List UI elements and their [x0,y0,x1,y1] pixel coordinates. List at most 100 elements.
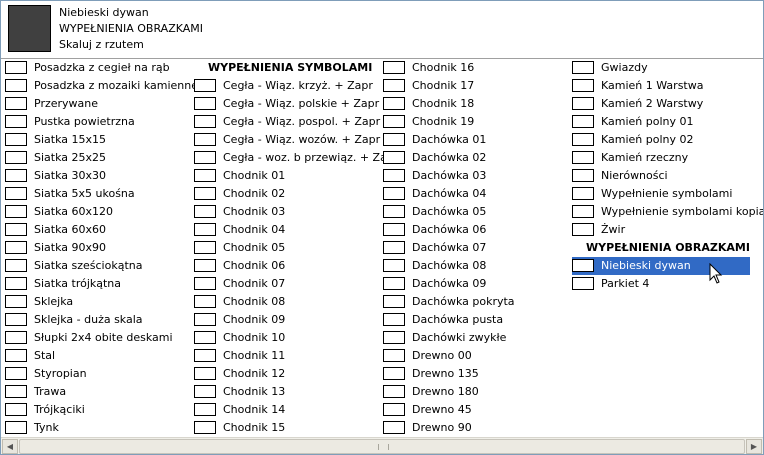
fill-swatch-icon [5,223,27,236]
fill-item[interactable]: Chodnik 07 [194,275,380,293]
fill-item[interactable]: Dachówka 07 [383,239,569,257]
fill-swatch-icon [383,313,405,326]
fill-item[interactable]: Chodnik 06 [194,257,380,275]
fill-label: Chodnik 03 [223,205,286,218]
fill-item[interactable]: Wypełnienie symbolami [572,185,750,203]
fill-label: Chodnik 14 [223,403,286,416]
fill-item[interactable]: Wypełnienie symbolami kopia [572,203,763,221]
fill-item[interactable]: Posadzka z mozaiki kamiennej [5,77,201,95]
fill-item[interactable]: Słupki 2x4 obite deskami [5,329,191,347]
fill-item[interactable]: Kamień 1 Warstwa [572,77,750,95]
fill-item[interactable]: Chodnik 03 [194,203,380,221]
fill-item[interactable]: Styropian [5,365,191,383]
fill-item[interactable]: Trójkąciki [5,401,191,419]
fill-item[interactable]: Drewno 135 [383,365,569,383]
fill-item[interactable]: Kamień polny 02 [572,131,750,149]
fill-item[interactable]: Dachówka 01 [383,131,569,149]
fill-item[interactable]: Siatka sześciokątna [5,257,191,275]
fill-item[interactable]: Kamień rzeczny [572,149,750,167]
fill-swatch-icon [383,169,405,182]
fill-item[interactable]: Cegła - Wiąz. wozów. + Zapr [194,131,380,149]
fill-item[interactable]: Dachówka pusta [383,311,569,329]
fill-swatch-icon [194,223,216,236]
fill-item[interactable]: Drewno 45 [383,401,569,419]
fill-item[interactable]: Chodnik 13 [194,383,380,401]
fill-item[interactable]: Chodnik 02 [194,185,380,203]
fill-item[interactable]: Chodnik 11 [194,347,380,365]
fill-item[interactable]: Chodnik 17 [383,77,569,95]
fill-item[interactable]: Dachówka 03 [383,167,569,185]
fill-item[interactable]: Parkiet 4 [572,275,750,293]
fill-label: Siatka 25x25 [34,151,107,164]
fill-item[interactable]: Nierówności [572,167,750,185]
fill-label: Chodnik 18 [412,97,475,110]
fill-item[interactable]: Dachówka 08 [383,257,569,275]
fill-item[interactable]: Cegła - Wiąz. krzyż. + Zapr [194,77,380,95]
fill-item[interactable]: Chodnik 14 [194,401,380,419]
fill-item[interactable]: Stal [5,347,191,365]
fill-item[interactable]: Drewno 180 [383,383,569,401]
fill-item[interactable]: Przerywane [5,95,191,113]
fill-swatch-icon [194,367,216,380]
fill-item[interactable]: Chodnik 05 [194,239,380,257]
fill-item[interactable]: Chodnik 18 [383,95,569,113]
fill-item[interactable]: Dachówka 04 [383,185,569,203]
fill-item[interactable]: Niebieski dywan [572,257,750,275]
scroll-left-icon[interactable]: ◀ [2,439,18,454]
fill-column-4: Gwiazdy Kamień 1 Warstwa Kamień 2 Warstwy K… [572,59,763,293]
fill-item[interactable]: Chodnik 09 [194,311,380,329]
fill-item[interactable]: Dachówka 05 [383,203,569,221]
fill-item[interactable]: Dachówki zwykłe [383,329,569,347]
fill-item[interactable]: Cegła - Wiąz. pospol. + Zapr [194,113,380,131]
fill-item[interactable]: Siatka 5x5 ukośna [5,185,191,203]
fill-item[interactable]: Pustka powietrzna [5,113,191,131]
horizontal-scrollbar[interactable]: ◀ ▶ [1,437,763,454]
fill-item[interactable]: Siatka 60x120 [5,203,191,221]
fill-item[interactable]: Sklejka [5,293,191,311]
fill-item[interactable]: Chodnik 16 [383,59,569,77]
fill-item[interactable]: Chodnik 19 [383,113,569,131]
fill-item[interactable]: Siatka 25x25 [5,149,191,167]
fill-swatch-icon [5,205,27,218]
fill-item[interactable]: Drewno 00 [383,347,569,365]
fill-item[interactable]: Posadzka z cegieł na rąb [5,59,191,77]
fill-item[interactable]: Chodnik 12 [194,365,380,383]
scroll-right-icon[interactable]: ▶ [746,439,762,454]
fill-item[interactable]: Gwiazdy [572,59,750,77]
fill-swatch-icon [572,79,594,92]
fill-item[interactable]: Dachówka pokryta [383,293,569,311]
fill-item[interactable]: Cegła - Wiąz. polskie + Zapr [194,95,380,113]
fill-item[interactable]: Żwir [572,221,750,239]
fill-item[interactable]: Chodnik 08 [194,293,380,311]
fill-item[interactable]: Chodnik 10 [194,329,380,347]
scrollbar-thumb[interactable] [19,439,745,454]
fill-item[interactable]: Cegła - woz. b przewiąz. + Zapr [194,149,398,167]
fill-swatch-icon [194,241,216,254]
fill-item[interactable]: Siatka 15x15 [5,131,191,149]
fill-item[interactable]: Chodnik 15 [194,419,380,437]
fill-item[interactable]: Dachówka 06 [383,221,569,239]
fill-swatch-icon [383,295,405,308]
fill-column-2: WYPEŁNIENIA SYMBOLAMI Cegła - Wiąz. krzyż… [194,59,398,437]
fill-item[interactable]: Tynk [5,419,191,437]
fill-label: Cegła - Wiąz. pospol. + Zapr [223,115,381,128]
fill-item[interactable]: Drewno 90 [383,419,569,437]
fill-swatch-icon [572,133,594,146]
fill-item[interactable]: Kamień polny 01 [572,113,750,131]
fill-swatch-icon [5,331,27,344]
fill-item[interactable]: Trawa [5,383,191,401]
fill-item[interactable]: Siatka 60x60 [5,221,191,239]
preview-header: Niebieski dywan WYPEŁNIENIA OBRAZKAMI Sk… [1,1,763,59]
fill-item[interactable]: Siatka trójkątna [5,275,191,293]
fill-item[interactable]: Dachówka 09 [383,275,569,293]
fill-swatch-icon [5,151,27,164]
fill-swatch-icon [5,313,27,326]
fill-item[interactable]: Siatka 90x90 [5,239,191,257]
fill-item[interactable]: Chodnik 04 [194,221,380,239]
fill-item[interactable]: Sklejka - duża skala [5,311,191,329]
fill-swatch-icon [383,367,405,380]
fill-item[interactable]: Kamień 2 Warstwy [572,95,750,113]
fill-item[interactable]: Siatka 30x30 [5,167,191,185]
fill-item[interactable]: Chodnik 01 [194,167,380,185]
fill-item[interactable]: Dachówka 02 [383,149,569,167]
